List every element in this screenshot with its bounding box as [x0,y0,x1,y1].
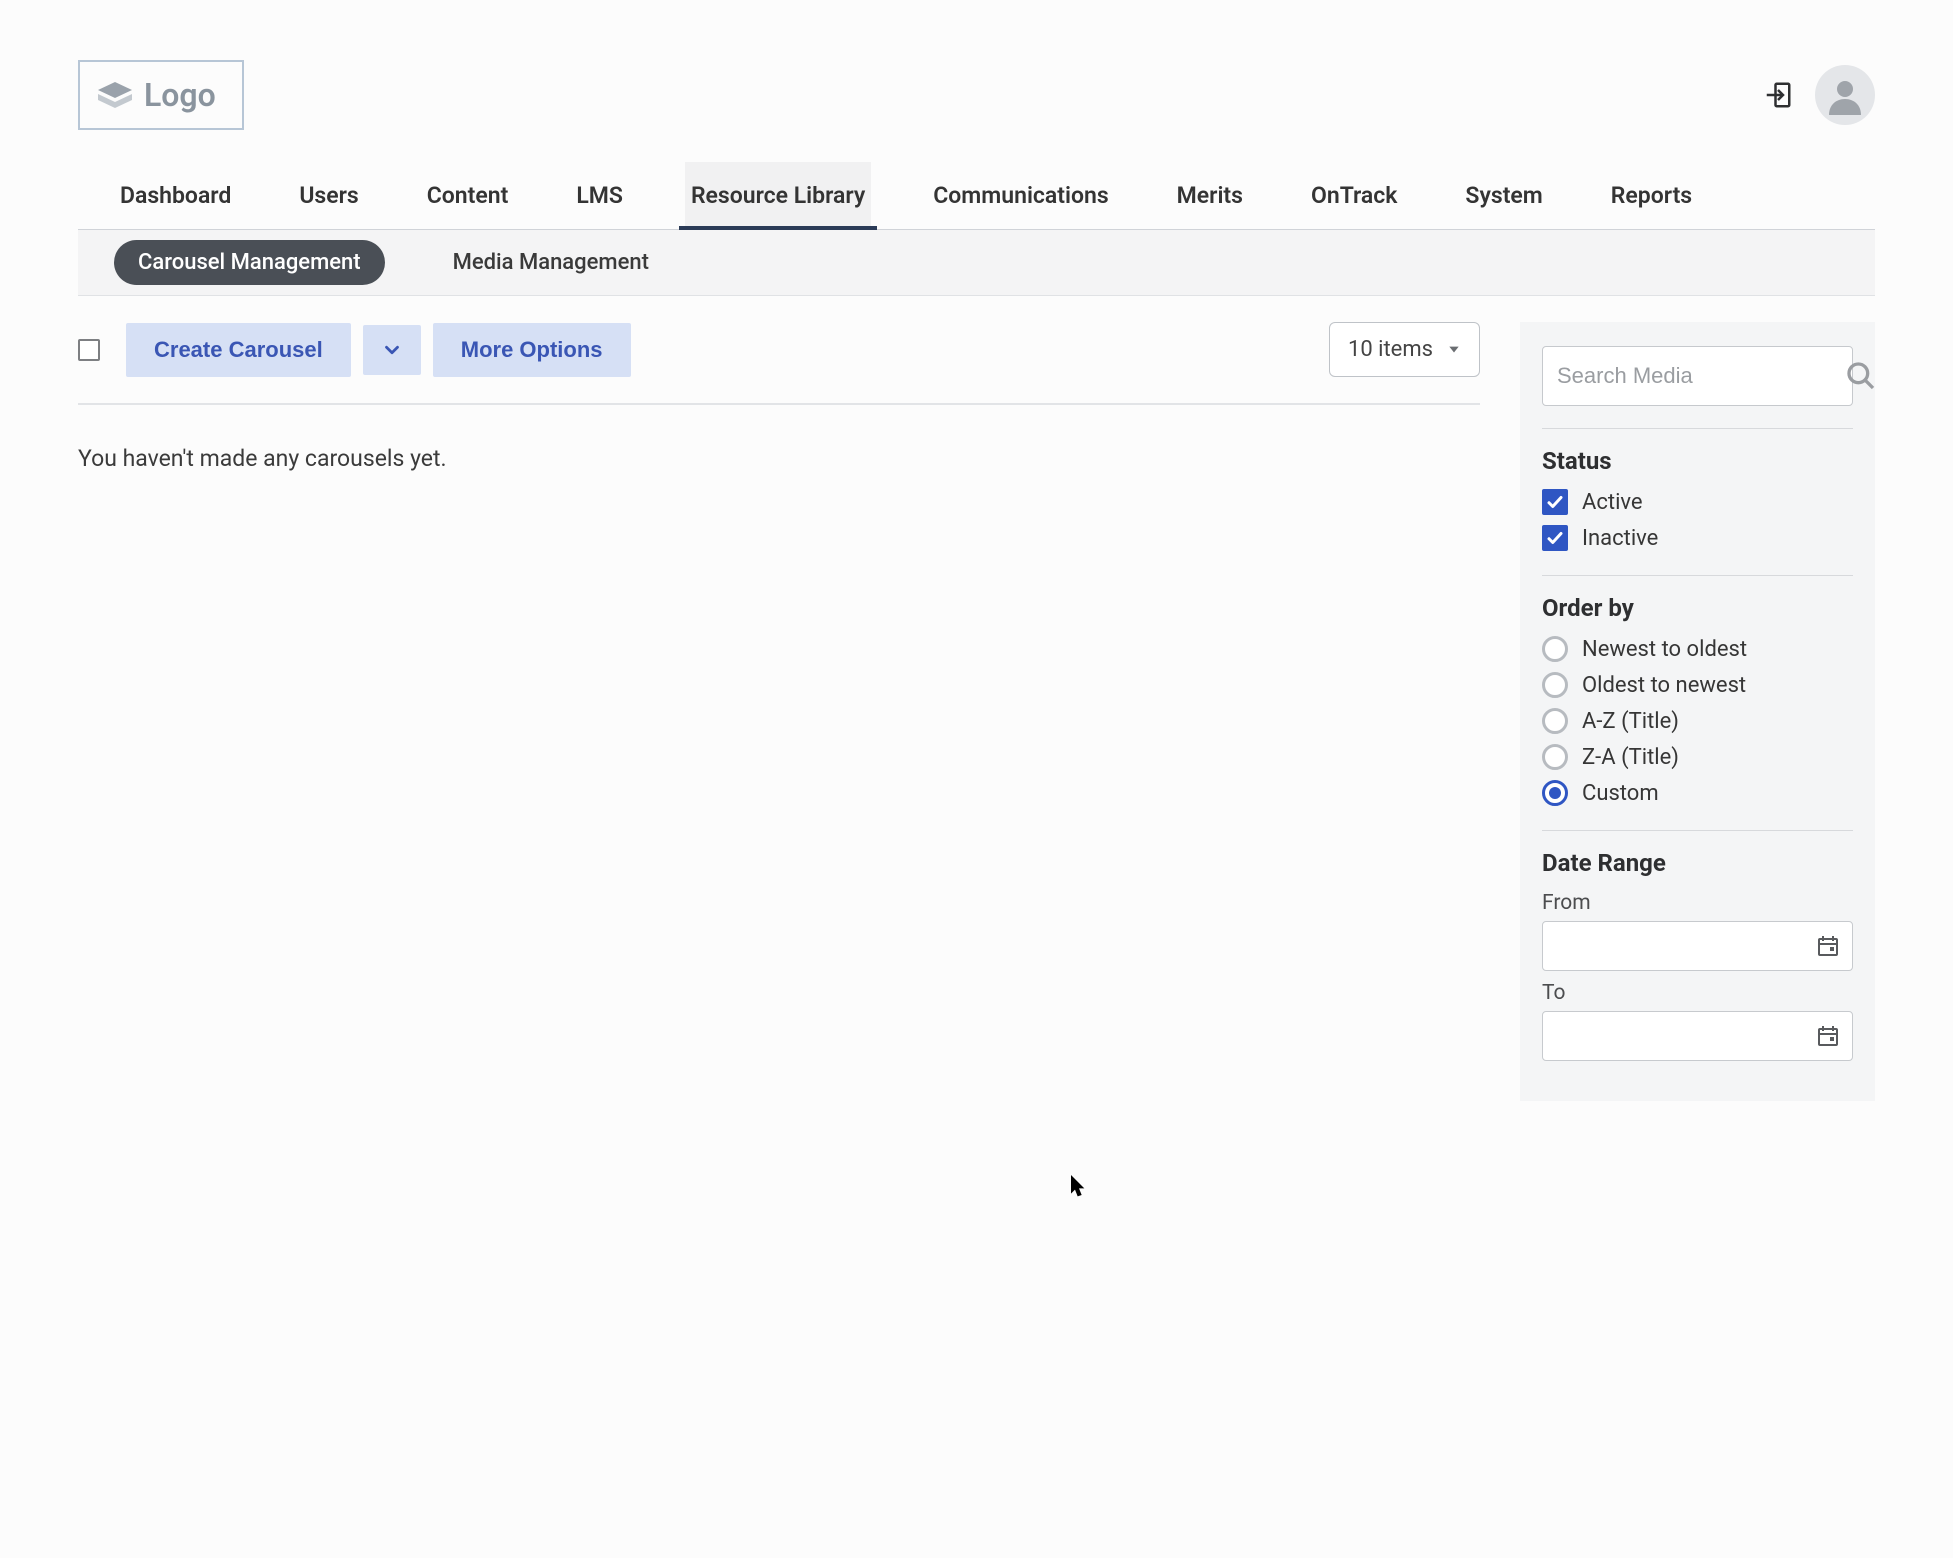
order-za[interactable]: Z-A (Title) [1542,744,1853,770]
radio-icon [1542,636,1568,662]
sign-in-icon[interactable] [1763,80,1793,110]
logo-text: Logo [144,76,216,114]
items-per-page-dropdown[interactable]: 10 items [1329,322,1480,377]
date-to-input[interactable] [1542,1011,1853,1061]
date-to-label: To [1542,981,1853,1005]
status-title: Status [1542,447,1853,475]
calendar-icon [1816,934,1840,958]
status-inactive[interactable]: Inactive [1542,525,1853,551]
subnav-carousel-management[interactable]: Carousel Management [114,240,385,285]
date-from-input[interactable] [1542,921,1853,971]
cursor-icon [1070,1175,1088,1199]
order-oldest[interactable]: Oldest to newest [1542,672,1853,698]
nav-lms[interactable]: LMS [570,162,629,229]
secondary-nav: Carousel Management Media Management [78,230,1875,296]
checkbox-checked-icon [1542,489,1568,515]
date-from-label: From [1542,891,1853,915]
order-za-label: Z-A (Title) [1582,745,1679,770]
order-by-title: Order by [1542,594,1853,622]
logo[interactable]: Logo [78,60,244,130]
nav-communications[interactable]: Communications [927,162,1114,229]
checkbox-checked-icon [1542,525,1568,551]
radio-icon [1542,744,1568,770]
order-oldest-label: Oldest to newest [1582,673,1746,698]
nav-dashboard[interactable]: Dashboard [114,162,237,229]
calendar-icon [1816,1024,1840,1048]
avatar[interactable] [1815,65,1875,125]
radio-icon [1542,672,1568,698]
filters-panel: Status Active Inactive [1520,322,1875,1101]
order-custom[interactable]: Custom [1542,780,1853,806]
create-carousel-button[interactable]: Create Carousel [126,323,351,377]
chevron-down-icon [381,339,403,361]
logo-icon [98,82,132,108]
empty-state-message: You haven't made any carousels yet. [78,445,1480,472]
nav-ontrack[interactable]: OnTrack [1305,162,1403,229]
order-newest-label: Newest to oldest [1582,637,1747,662]
search-input[interactable] [1557,363,1845,389]
subnav-media-management[interactable]: Media Management [429,240,673,285]
order-az[interactable]: A-Z (Title) [1542,708,1853,734]
radio-icon [1542,708,1568,734]
order-custom-label: Custom [1582,781,1659,806]
caret-down-icon [1447,337,1461,362]
nav-reports[interactable]: Reports [1605,162,1698,229]
items-per-page-label: 10 items [1348,337,1433,362]
search-icon [1845,360,1877,392]
nav-content[interactable]: Content [421,162,515,229]
status-active[interactable]: Active [1542,489,1853,515]
radio-selected-icon [1542,780,1568,806]
status-inactive-label: Inactive [1582,526,1658,551]
primary-nav: Dashboard Users Content LMS Resource Lib… [78,162,1875,230]
order-newest[interactable]: Newest to oldest [1542,636,1853,662]
search-media[interactable] [1542,346,1853,406]
order-az-label: A-Z (Title) [1582,709,1679,734]
nav-resource-library[interactable]: Resource Library [685,162,871,229]
date-range-title: Date Range [1542,849,1853,877]
create-carousel-dropdown[interactable] [363,325,421,375]
nav-system[interactable]: System [1459,162,1548,229]
nav-users[interactable]: Users [293,162,364,229]
more-options-button[interactable]: More Options [433,323,631,377]
select-all-checkbox[interactable] [78,339,100,361]
nav-merits[interactable]: Merits [1171,162,1249,229]
status-active-label: Active [1582,490,1643,515]
